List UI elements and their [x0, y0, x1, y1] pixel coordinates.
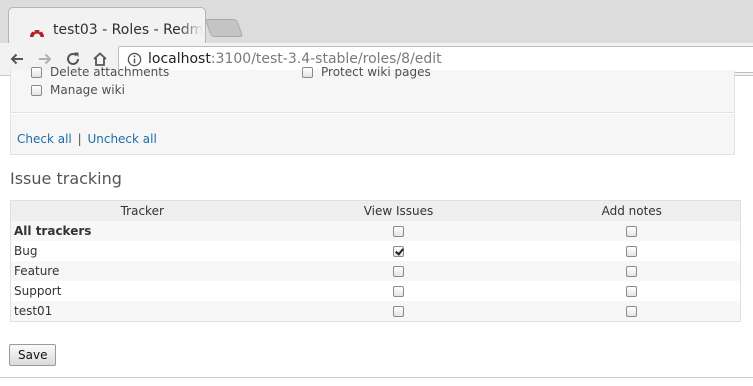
table-cell: [523, 221, 741, 241]
link-separator: |: [77, 132, 82, 146]
back-arrow-icon: [10, 53, 23, 65]
table-row: test01: [10, 301, 741, 322]
table-cell: [273, 221, 524, 241]
add-notes-checkbox[interactable]: [626, 266, 638, 277]
header-view-issues: View Issues: [273, 200, 524, 221]
table-cell: [274, 281, 524, 301]
save-button[interactable]: Save: [9, 344, 57, 366]
add-notes-checkbox[interactable]: [626, 286, 638, 297]
check-links-box: Check all | Uncheck all: [10, 114, 735, 155]
add-notes-checkbox[interactable]: [626, 306, 638, 317]
new-tab-button[interactable]: [204, 19, 244, 37]
table-header-row: Tracker View Issues Add notes: [10, 200, 741, 221]
permission-label: Delete attachments: [50, 65, 170, 79]
table-cell: [273, 261, 524, 281]
page-content: Delete attachments Manage wiki Protect w…: [0, 65, 753, 386]
tracker-name: Support: [14, 284, 62, 298]
table-row: Support: [11, 281, 741, 301]
table-row: All trackers: [10, 221, 741, 241]
permission-protect-wiki-pages[interactable]: Protect wiki pages: [302, 65, 431, 79]
table-cell: [524, 241, 741, 261]
check-links: Check all | Uncheck all: [17, 132, 157, 146]
permissions-box: Delete attachments Manage wiki Protect w…: [10, 65, 735, 113]
check-all-link[interactable]: Check all: [17, 132, 72, 146]
add-notes-checkbox[interactable]: [626, 246, 638, 257]
tracker-name: test01: [10, 301, 274, 322]
table-cell: [523, 261, 741, 281]
browser-tab[interactable]: test03 - Roles - Redmine: [8, 7, 206, 44]
view-issues-checkbox[interactable]: [393, 286, 404, 297]
divider: [0, 377, 753, 378]
redmine-favicon-icon: [30, 26, 44, 37]
view-issues-checkbox[interactable]: [393, 226, 404, 237]
table-cell: [523, 301, 741, 322]
browser-tabstrip: test03 - Roles - Redmine: [0, 0, 753, 44]
tracker-name: All trackers: [10, 221, 274, 241]
table-cell: [524, 281, 741, 301]
uncheck-all-link[interactable]: Uncheck all: [87, 132, 156, 146]
tab-title: test03 - Roles - Redmine: [53, 22, 203, 38]
view-issues-checkbox[interactable]: [393, 266, 404, 277]
table-cell: [273, 301, 524, 322]
view-issues-checkbox[interactable]: [393, 246, 404, 257]
table-row: Bug: [11, 241, 741, 261]
permission-label: Protect wiki pages: [321, 65, 431, 79]
permission-manage-wiki[interactable]: Manage wiki: [31, 83, 125, 97]
permission-label: Manage wiki: [50, 83, 125, 97]
address-bar[interactable]: localhost:3100/test-3.4-stable/roles/8/e…: [118, 46, 753, 73]
header-tracker: Tracker: [10, 200, 274, 221]
tracker-name: Bug: [14, 244, 38, 258]
view-issues-checkbox[interactable]: [393, 306, 404, 317]
back-button[interactable]: [7, 49, 27, 69]
permission-checkbox[interactable]: [31, 84, 42, 96]
tracker-permissions-table: Tracker View Issues Add notes All tracke…: [10, 200, 741, 322]
issue-tracking-title: Issue tracking: [10, 169, 122, 188]
table-row: Feature: [10, 261, 741, 281]
permission-checkbox[interactable]: [302, 66, 313, 78]
permission-checkbox[interactable]: [31, 66, 42, 78]
table-cell: [274, 241, 524, 261]
permission-delete-attachments[interactable]: Delete attachments: [31, 65, 169, 79]
header-add-notes: Add notes: [523, 200, 741, 221]
add-notes-checkbox[interactable]: [626, 226, 638, 237]
tracker-name: Feature: [10, 261, 274, 281]
